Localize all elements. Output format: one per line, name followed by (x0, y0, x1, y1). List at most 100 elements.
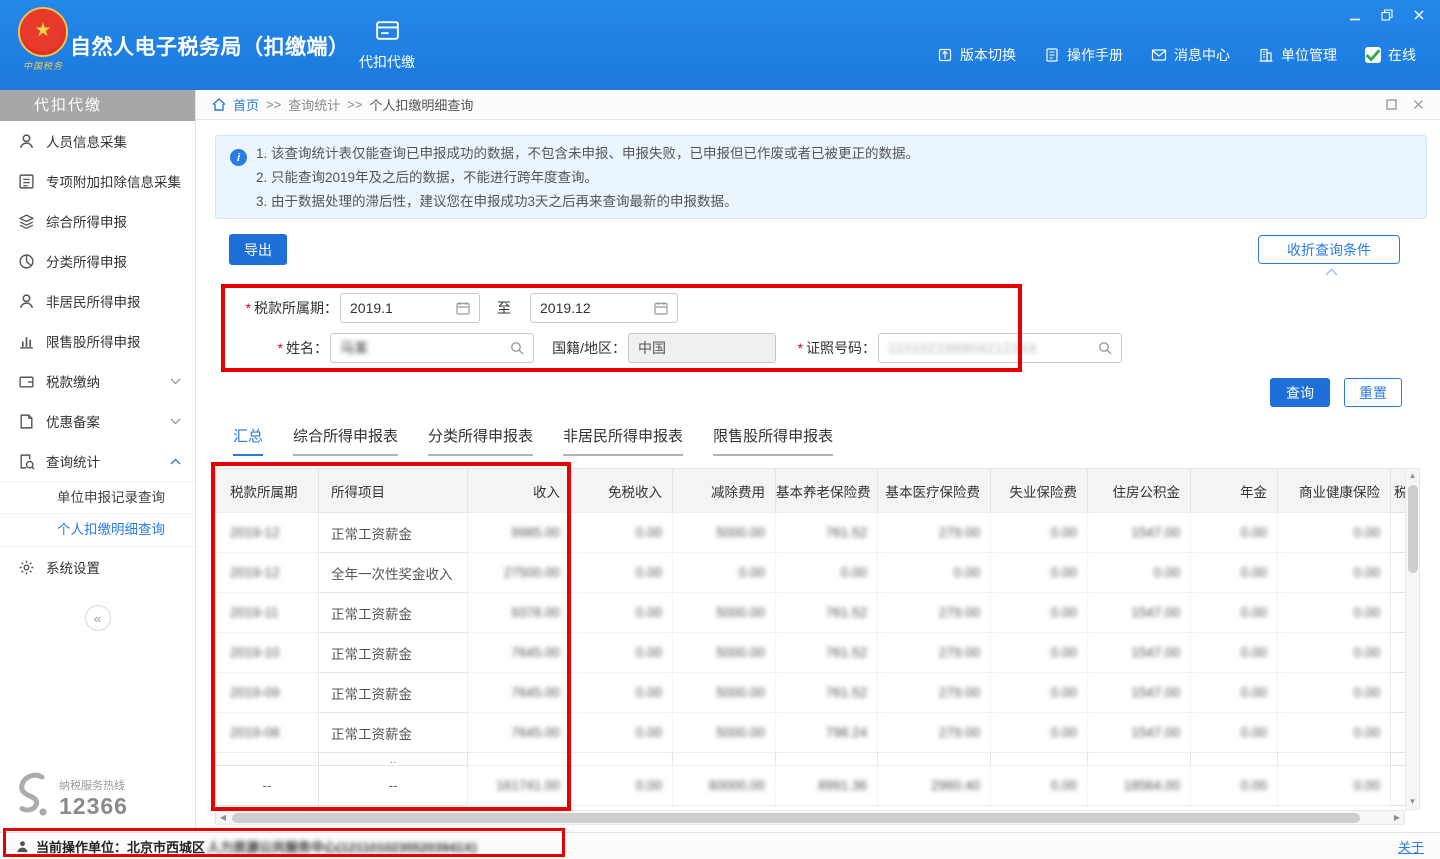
horizontal-scroll-thumb[interactable] (232, 813, 1360, 823)
header-links: 版本切换 操作手册 消息中心 单位管理 在线 (937, 45, 1416, 65)
sidebar-subitem-8-0[interactable]: 单位申报记录查询 (0, 482, 195, 514)
column-header-4: 减除费用 (673, 469, 776, 513)
search-icon[interactable] (1098, 341, 1112, 355)
sidebar-title: 代扣代缴 (0, 90, 195, 121)
phone-icon (12, 772, 52, 818)
online-status-icon (1365, 47, 1381, 63)
header-link-manual[interactable]: 操作手册 (1044, 45, 1123, 65)
table-row[interactable]: 2019-12全年一次性奖金收入27500.000.000.000.000.00… (216, 553, 1406, 593)
sidebar-item-0[interactable]: 人员信息采集 (0, 121, 195, 161)
tab-2[interactable]: 分类所得申报表 (428, 425, 533, 456)
name-input[interactable]: 马某 (330, 333, 534, 363)
breadcrumb-separator: >> (266, 97, 281, 112)
sidebar-item-8[interactable]: 查询统计 (0, 441, 195, 481)
breadcrumb-item[interactable]: 查询统计 (288, 95, 340, 114)
query-button[interactable]: 查询 (1270, 378, 1330, 407)
sidebar-subitem-8-1[interactable]: 个人扣缴明细查询 (0, 514, 195, 546)
report-tabs: 汇总综合所得申报表分类所得申报表非居民所得申报表限售股所得申报表 (233, 425, 833, 456)
current-operating-unit-masked: 人力资源公共服务中心(12110102355203941X) (207, 837, 477, 856)
person-icon (18, 133, 35, 150)
tab-4[interactable]: 限售股所得申报表 (713, 425, 833, 456)
table-row[interactable]: 2019-10正常工资薪金7645.000.005000.00761.52279… (216, 633, 1406, 673)
chevron-down-icon (170, 378, 181, 385)
vertical-scroll-thumb[interactable] (1408, 485, 1418, 573)
tab-1[interactable]: 综合所得申报表 (293, 425, 398, 456)
chevron-up-icon (170, 458, 181, 465)
calendar-icon[interactable] (456, 301, 470, 315)
manual-icon (1044, 47, 1060, 63)
table-row[interactable]: 2019-09正常工资薪金7645.000.005000.00761.52279… (216, 673, 1406, 713)
restore-icon[interactable] (1380, 8, 1394, 21)
table-row[interactable]: 2019-12正常工资薪金9985.000.005000.00761.52279… (216, 513, 1406, 553)
sidebar-item-3[interactable]: 分类所得申报 (0, 241, 195, 281)
sidebar-item-4[interactable]: 非居民所得申报 (0, 281, 195, 321)
doc-icon (18, 413, 35, 430)
header-link-org-manage[interactable]: 单位管理 (1258, 45, 1337, 65)
scroll-left-icon[interactable]: ◀ (216, 811, 230, 824)
reset-button[interactable]: 重置 (1344, 378, 1402, 407)
table-row[interactable]: .. (216, 753, 1406, 766)
table-row[interactable]: 2019-08正常工资薪金7645.000.005000.00798.24279… (216, 713, 1406, 753)
minimize-icon[interactable] (1348, 8, 1362, 21)
scroll-up-icon[interactable]: ▲ (1406, 469, 1419, 483)
pie-icon (18, 253, 35, 270)
app-window: ★ 中国税务 自然人电子税务局（扣缴端） 代扣代缴 版本切换操作手册消息中心单位… (0, 0, 1440, 859)
header-link-online-status[interactable]: 在线 (1365, 45, 1416, 65)
chevron-down-icon (170, 418, 181, 425)
calendar-icon[interactable] (654, 301, 668, 315)
summary-table: 税款所属期所得项目收入免税收入减除费用基本养老保险费基本医疗保险费失业保险费住房… (215, 468, 1406, 806)
header-link-message-center[interactable]: 消息中心 (1151, 45, 1230, 65)
horizontal-scrollbar[interactable]: ◀ ▶ (215, 810, 1405, 825)
sidebar-menu: 人员信息采集专项附加扣除信息采集综合所得申报分类所得申报非居民所得申报限售股所得… (0, 121, 195, 587)
sidebar-item-2[interactable]: 综合所得申报 (0, 201, 195, 241)
period-from-input[interactable]: 2019.1 (340, 293, 480, 323)
table-wrap: 税款所属期所得项目收入免税收入减除费用基本养老保险费基本医疗保险费失业保险费住房… (215, 468, 1405, 806)
breadcrumb-separator: >> (347, 97, 362, 112)
sidebar-item-1[interactable]: 专项附加扣除信息采集 (0, 161, 195, 201)
info-icon: i (230, 149, 247, 166)
collapse-sidebar-button[interactable]: « (85, 605, 111, 631)
message-center-icon (1151, 47, 1167, 63)
header-link-version-switch[interactable]: 版本切换 (937, 45, 1016, 65)
about-link[interactable]: 关于 (1398, 837, 1424, 856)
nationality-input[interactable]: 中国 (628, 333, 776, 363)
sidebar-item-5[interactable]: 限售股所得申报 (0, 321, 195, 361)
close-icon[interactable] (1412, 8, 1426, 21)
main-content: i 1. 该查询统计表仅能查询已申报成功的数据，不包含未申报、申报失败，已申报但… (196, 120, 1440, 832)
column-header-11: 税延养老保险 (1391, 469, 1406, 513)
panel-maximize-icon[interactable] (1386, 99, 1397, 110)
collapse-query-button[interactable]: 收折查询条件 (1258, 235, 1400, 264)
column-header-6: 基本医疗保险费 (878, 469, 991, 513)
table-row[interactable]: 2019-11正常工资薪金9378.000.005000.00761.52279… (216, 593, 1406, 633)
sidebar: 代扣代缴 人员信息采集专项附加扣除信息采集综合所得申报分类所得申报非居民所得申报… (0, 90, 196, 832)
search-icon[interactable] (510, 341, 524, 355)
panel-close-icon[interactable] (1413, 99, 1424, 110)
id-number-input[interactable]: 11010219890421236X (878, 333, 1122, 363)
table-total-row: ----161741.000.0060000.008991.362960.400… (216, 766, 1406, 806)
sidebar-item-9[interactable]: 系统设置 (0, 547, 195, 587)
wallet-icon (18, 373, 35, 390)
period-to-input[interactable]: 2019.12 (530, 293, 678, 323)
period-label: *税款所属期： (230, 293, 338, 323)
tab-3[interactable]: 非居民所得申报表 (563, 425, 683, 456)
tab-0[interactable]: 汇总 (233, 425, 263, 456)
module-tab-withholding[interactable]: 代扣代缴 (352, 17, 422, 72)
user-icon (16, 840, 29, 853)
column-header-10: 商业健康保险 (1278, 469, 1391, 513)
app-title: 自然人电子税务局（扣缴端） (70, 31, 350, 61)
sidebar-item-7[interactable]: 优惠备案 (0, 401, 195, 441)
chart-icon (18, 333, 35, 350)
home-icon (212, 98, 226, 111)
breadcrumb-home[interactable]: 首页 (233, 95, 259, 114)
scroll-right-icon[interactable]: ▶ (1390, 811, 1404, 824)
export-button[interactable]: 导出 (229, 234, 287, 265)
scroll-down-icon[interactable]: ▼ (1406, 795, 1419, 809)
sidebar-item-6[interactable]: 税款缴纳 (0, 361, 195, 401)
column-header-5: 基本养老保险费 (776, 469, 878, 513)
vertical-scrollbar[interactable]: ▲ ▼ (1405, 468, 1420, 810)
layers-icon (18, 213, 35, 230)
column-header-7: 失业保险费 (991, 469, 1088, 513)
national-emblem-logo: ★ 中国税务 (14, 7, 72, 83)
notice-box: i 1. 该查询统计表仅能查询已申报成功的数据，不包含未申报、申报失败，已申报但… (215, 135, 1427, 219)
column-header-0: 税款所属期 (216, 469, 319, 513)
